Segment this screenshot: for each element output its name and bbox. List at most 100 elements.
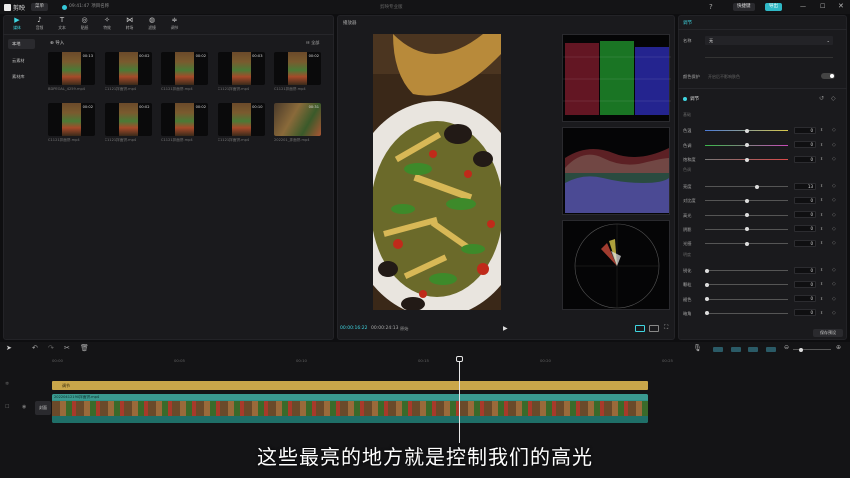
slider-track[interactable] [705,128,788,133]
stepper-icon[interactable]: ⬍ [820,310,823,315]
fullscreen-icon[interactable]: ⛶ [664,324,668,332]
media-thumbnail[interactable]: 00:10 [217,103,265,136]
slider-value-input[interactable]: 0 [794,126,816,134]
sidebar-item-library[interactable]: 素材库 [8,72,35,82]
slider-track[interactable] [704,297,788,302]
slider-track[interactable] [704,311,788,316]
keyframe-icon[interactable]: ◇ [832,281,836,287]
zoom-knob[interactable] [799,347,803,352]
undo-icon[interactable]: ↶ [32,344,38,352]
zoom-slider[interactable] [793,347,831,352]
stepper-icon[interactable]: ⬍ [820,296,823,301]
save-preset-button[interactable]: 保存预设 [813,329,843,337]
stepper-icon[interactable]: ⬍ [820,183,823,188]
close-icon[interactable]: ✕ [838,2,844,10]
slider-value-input[interactable]: 0 [794,196,816,204]
slider-track[interactable] [705,227,788,232]
mic-icon[interactable]: 🎙 [693,344,702,352]
stepper-icon[interactable]: ⬍ [820,240,823,245]
name-select[interactable]: 无 ⌄ [705,36,833,45]
color-protect-toggle[interactable] [821,73,835,79]
media-thumbnail[interactable]: 00:02 [104,103,152,136]
playhead-handle[interactable] [456,356,463,362]
slider-knob[interactable] [744,128,749,133]
slider-value-input[interactable]: 0 [794,141,816,148]
scope-toggle-icon[interactable] [635,325,645,332]
slider-knob[interactable] [744,143,749,147]
media-thumbnail[interactable]: 00:31 [274,103,321,136]
slider-track[interactable] [704,282,788,287]
tab-media[interactable]: ▶ 媒体 [8,16,26,33]
maximize-icon[interactable]: ☐ [820,3,825,10]
slider-track[interactable] [705,157,788,162]
redo-icon[interactable]: ↷ [48,344,54,352]
video-preview[interactable] [373,34,501,310]
tab-filter[interactable]: ◍ 滤镜 [143,16,161,33]
tab-sticker[interactable]: ◎ 贴纸 [76,16,94,33]
sidebar-item-cloud[interactable]: 云素材 [8,56,35,66]
eye-icon[interactable]: ◉ [22,404,26,410]
slider-value-input[interactable]: 0 [794,280,816,288]
slider-value-input[interactable]: 0 [794,295,816,303]
tab-audio[interactable]: ♪ 音频 [31,16,49,33]
reset-icon[interactable]: ↺ [819,95,824,102]
tab-text[interactable]: T 文本 [53,16,71,33]
import-button[interactable]: ⊕ 导入 [50,40,64,46]
stepper-icon[interactable]: ⬍ [820,197,823,202]
keyframe-icon[interactable]: ◇ [832,240,836,246]
keyframe-icon[interactable]: ◇ [832,296,836,302]
keyframe-icon[interactable]: ◇ [832,183,836,189]
slider-value-input[interactable]: 0 [794,239,816,247]
slider-value-input[interactable]: 0 [794,155,816,163]
media-thumbnail[interactable]: 00:02 [274,52,321,85]
delete-icon[interactable]: 🗑 [80,344,89,352]
slider-knob[interactable] [744,241,749,246]
tab-transition[interactable]: ⋈ 转场 [121,16,139,33]
slider-track[interactable] [705,198,788,203]
slider-knob[interactable] [744,213,749,218]
media-thumbnail[interactable]: 00:02 [48,103,95,136]
stepper-icon[interactable]: ⬍ [820,281,823,286]
keyframe-icon[interactable]: ◇ [832,267,836,273]
menu-button[interactable]: 菜单 [31,3,48,11]
shortcuts-button[interactable]: 快捷键 [733,3,755,11]
audio-link-icon[interactable] [766,347,776,352]
slider-value-input[interactable]: 13 [794,182,816,190]
stepper-icon[interactable]: ⬍ [820,212,823,217]
slider-track[interactable] [705,184,788,189]
project-name[interactable]: 项目名称 [91,3,109,11]
keyframe-icon[interactable]: ◇ [832,127,836,133]
slider-knob[interactable] [744,157,749,162]
stepper-icon[interactable]: ⬍ [820,156,823,161]
slider-knob[interactable] [704,282,709,287]
keyframe-icon[interactable]: ◇ [832,310,836,316]
stepper-icon[interactable]: ⬍ [820,127,823,132]
sidebar-item-local[interactable]: 本地 [8,39,35,49]
ratio-dropdown[interactable]: 原始 [400,326,408,332]
zoom-in-icon[interactable]: ⊕ [836,344,841,351]
ratio-icon[interactable] [649,325,659,332]
keyframe-icon[interactable]: ◇ [831,95,836,102]
play-icon[interactable]: ▶ [503,325,508,332]
minimize-icon[interactable]: — [800,3,806,10]
media-thumbnail[interactable]: 00:02 [161,52,208,85]
stepper-icon[interactable]: ⬍ [820,142,823,147]
zoom-out-icon[interactable]: ⊖ [784,344,789,351]
tab-adjust[interactable]: 调节 [683,20,692,26]
section-checkbox[interactable] [683,97,687,101]
magnet-icon[interactable] [713,347,723,352]
slider-value-input[interactable]: 0 [794,266,816,274]
slider-knob[interactable] [704,268,709,273]
slider-track[interactable] [705,143,788,147]
keyframe-icon[interactable]: ◇ [832,212,836,218]
cover-button[interactable]: 封面 [35,401,51,415]
slider-value-input[interactable]: 0 [794,309,816,317]
slider-track[interactable] [705,241,788,246]
split-icon[interactable]: ✂ [64,344,70,352]
export-button[interactable]: 导出 [765,3,782,11]
adjust-clip[interactable]: 调节 [52,381,648,390]
keyframe-icon[interactable]: ◇ [832,197,836,203]
stepper-icon[interactable]: ⬍ [820,226,823,231]
media-thumbnail[interactable]: 00:02 [104,52,152,85]
media-thumbnail[interactable]: 00:13 [48,52,95,85]
